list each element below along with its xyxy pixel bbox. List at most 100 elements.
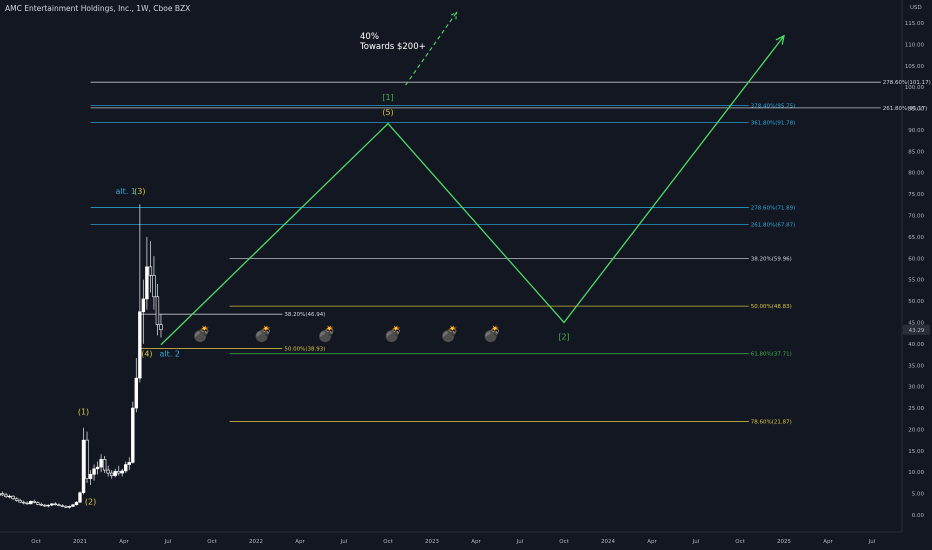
candle-body — [57, 504, 61, 506]
candle-body — [53, 503, 58, 506]
candle-body — [127, 462, 131, 465]
y-tick-label: 15.00 — [908, 449, 924, 455]
candle-body — [7, 495, 12, 498]
fib-label: 61.80%(37.71) — [751, 352, 792, 358]
y-tick-label: 60.00 — [908, 256, 924, 262]
candle-body — [109, 472, 114, 476]
x-tick-label: 2022 — [249, 539, 263, 545]
candle-body — [99, 459, 103, 468]
wave-label: (1) — [78, 407, 89, 416]
bomb-icon: 💣 — [254, 325, 273, 344]
candle-body — [74, 501, 79, 506]
y-tick-label: 85.00 — [908, 149, 924, 155]
y-tick-label: 100.00 — [905, 85, 925, 91]
candle-body — [138, 311, 142, 379]
y-tick-label: 35.00 — [908, 363, 924, 369]
y-tick-label: 20.00 — [908, 427, 924, 433]
fib-levels: 278.60%(101.17)378.40%(95.75) 261.80%(95.… — [90, 80, 931, 425]
candle-body — [67, 506, 72, 508]
bomb-icon: 💣 — [317, 325, 336, 344]
candle-body — [131, 407, 135, 463]
fib-label: 378.40%(95.75) — [751, 103, 796, 109]
candle-body — [32, 501, 36, 503]
bomb-icon: 💣 — [440, 325, 459, 344]
y-tick-label: 95.00 — [908, 107, 924, 113]
last-price-label: 43.29 — [909, 328, 925, 334]
candle-body — [85, 439, 89, 479]
x-tick-label: 2023 — [425, 539, 439, 545]
fib-label: 78.60%(21.87) — [751, 419, 792, 425]
candle-body — [152, 275, 156, 298]
wave-label: [1] — [382, 93, 393, 102]
x-tick-label: Apr — [119, 539, 129, 545]
x-tick-label: Oct — [383, 539, 393, 545]
fib-label: 278.60%(71.89) — [751, 205, 796, 211]
projection-path — [160, 11, 785, 346]
candle-body — [60, 505, 65, 507]
candle-body — [64, 506, 68, 508]
y-tick-label: 30.00 — [908, 385, 924, 391]
y-tick-label: 40.00 — [908, 342, 924, 348]
candle-body — [36, 502, 40, 505]
candle-body — [106, 469, 110, 474]
y-tick-label: 80.00 — [908, 171, 924, 177]
candle-body — [78, 492, 82, 503]
y-tick-label: 50.00 — [908, 299, 924, 305]
candle-body — [11, 495, 15, 500]
candles — [0, 204, 163, 509]
y-tick-label: 55.00 — [908, 278, 924, 284]
fib-label: 50.00%(48.83) — [751, 304, 792, 310]
x-tick-label: 2025 — [777, 539, 791, 545]
candle-body — [25, 502, 29, 505]
x-tick-label: Oct — [207, 539, 217, 545]
wave-labels: (1)(2)(3)alt. 1(4) alt. 2[1](5)[2] — [78, 93, 570, 506]
wave-label: (4) — [141, 350, 152, 359]
x-tick-label: Jul — [692, 539, 700, 545]
candle-body — [159, 324, 163, 331]
wave-label: alt. 1 — [116, 187, 136, 196]
candle-body — [102, 459, 107, 471]
bomb-icon: 💣 — [192, 325, 211, 344]
candle-body — [50, 503, 54, 506]
x-tick-label: Apr — [647, 539, 657, 545]
candle-body — [29, 501, 33, 505]
candle-body — [46, 504, 51, 507]
x-tick-label: 2021 — [73, 539, 87, 545]
y-tick-label: 75.00 — [908, 192, 924, 198]
candle-body — [81, 439, 86, 494]
price-chart[interactable]: 278.60%(101.17)378.40%(95.75) 261.80%(95.… — [0, 0, 932, 550]
fib-label: 261.80%(67.87) — [751, 223, 796, 229]
candle-body — [21, 501, 26, 504]
candle-body — [4, 494, 8, 497]
x-tick-label: Jul — [164, 539, 172, 545]
candle-body — [113, 471, 117, 476]
x-tick-label: Jul — [340, 539, 348, 545]
candle-body — [124, 464, 128, 472]
candle-body — [39, 504, 43, 506]
fib-label: 361.80%(91.78) — [751, 120, 796, 126]
wave-label: alt. 2 — [160, 350, 180, 359]
dashed-projection — [405, 11, 458, 86]
x-tick-label: Oct — [735, 539, 745, 545]
candle-body — [18, 500, 22, 503]
x-tick-label: 2024 — [601, 539, 615, 545]
candle-body — [92, 468, 96, 475]
candle-body — [134, 377, 139, 409]
candle-body — [148, 266, 153, 276]
fib-label: 38.20%(59.96) — [751, 256, 792, 262]
fib-label: 50.00%(38.93) — [284, 346, 325, 352]
fib-label: 38.20%(46.94) — [284, 312, 325, 318]
bomb-icon: 💣 — [384, 325, 403, 344]
candle-body — [71, 504, 75, 507]
x-tick-label: Apr — [823, 539, 833, 545]
x-tick-label: Jul — [868, 539, 876, 545]
x-tick-label: Apr — [295, 539, 305, 545]
candle-body — [155, 296, 160, 325]
candle-body — [43, 504, 47, 507]
candle-body — [88, 474, 93, 479]
candle-body — [95, 466, 100, 470]
y-tick-label: 5.00 — [912, 492, 925, 498]
y-tick-label: 0.00 — [912, 513, 925, 519]
x-tick-label: Oct — [559, 539, 569, 545]
y-tick-label: 25.00 — [908, 406, 924, 412]
